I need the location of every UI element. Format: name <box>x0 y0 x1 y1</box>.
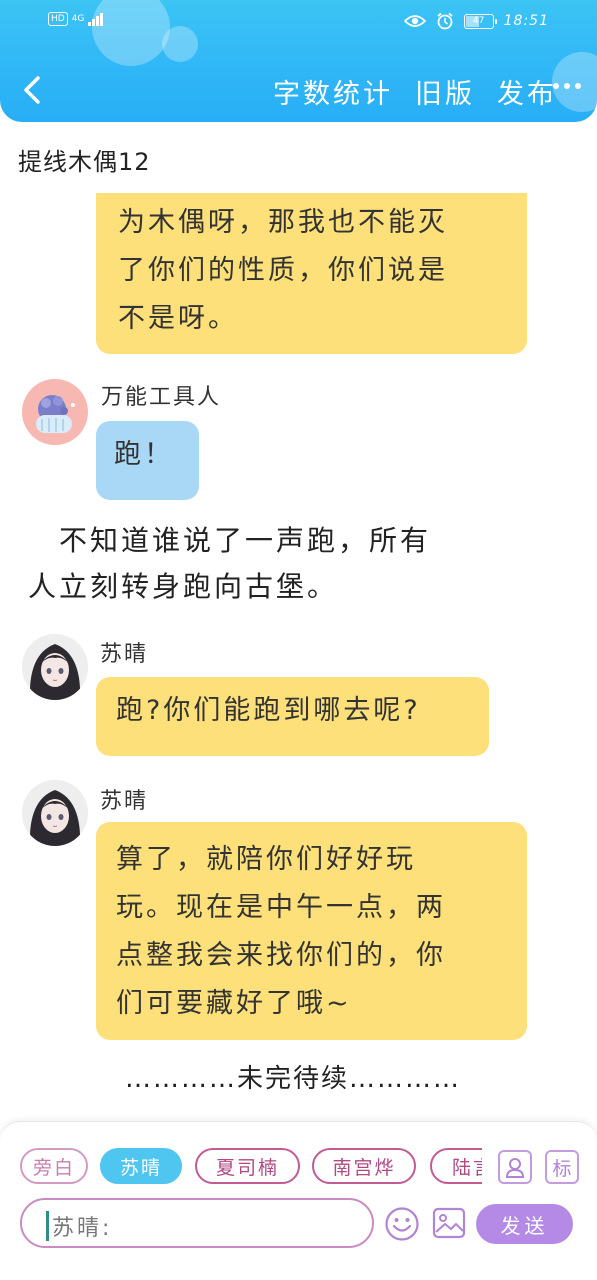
story-title: 提线木偶12 <box>18 148 151 176</box>
role-chip-suqing[interactable]: 苏晴 <box>100 1148 182 1184</box>
avatar[interactable] <box>22 634 88 700</box>
role-selector: 旁白 苏晴 夏司楠 南宫烨 陆言 <box>20 1146 482 1188</box>
word-count-button[interactable]: 字数统计 <box>273 72 393 111</box>
status-right: 47 18:51 <box>403 12 549 30</box>
message-line: 跑！ <box>114 439 174 470</box>
alarm-icon <box>437 12 453 30</box>
message-line: 算了，就陪你们好好玩 <box>116 844 416 875</box>
message-line: 跑?你们能跑到哪去呢? <box>116 695 421 726</box>
battery-level: 47 <box>472 15 485 26</box>
narration-line: 人立刻转身跑向古堡。 <box>28 570 339 603</box>
narration-line: 不知道谁说了一声跑，所有 <box>28 524 432 557</box>
message-line: 不是呀。 <box>118 303 238 334</box>
message-line: 们可要藏好了哦~ <box>116 988 352 1019</box>
publish-button[interactable]: 发布 <box>497 72 557 111</box>
girl-avatar-icon <box>22 780 88 846</box>
message-line: 点整我会来找你们的，你 <box>116 940 446 971</box>
top-app-bar: HD 4G 47 18:51 字数统计 旧版 发布 <box>0 0 597 122</box>
speaker-name: 苏晴 <box>100 642 149 667</box>
to-be-continued-note: …………未完待续………… <box>125 1064 462 1094</box>
input-prefix: 苏晴: <box>52 1216 113 1241</box>
message-line: 玩。现在是中午一点，两 <box>116 892 446 923</box>
message-line: 了你们的性质，你们说是 <box>118 255 448 286</box>
more-dots-icon[interactable] <box>549 76 585 96</box>
eye-icon <box>403 15 426 27</box>
smiley-icon[interactable] <box>384 1206 420 1242</box>
message-input[interactable]: 苏晴: <box>20 1198 374 1248</box>
role-chip-xiasinan[interactable]: 夏司楠 <box>195 1148 300 1184</box>
chevron-left-icon[interactable] <box>18 72 46 108</box>
robot-avatar-icon <box>36 395 75 433</box>
message-bubble[interactable]: 算了，就陪你们好好玩 玩。现在是中午一点，两 点整我会来找你们的，你 们可要藏好… <box>96 822 527 1040</box>
send-button[interactable]: 发送 <box>476 1204 573 1244</box>
girl-avatar-icon <box>22 634 88 700</box>
header-actions: 字数统计 旧版 发布 <box>273 72 557 111</box>
image-icon[interactable] <box>432 1206 466 1240</box>
network-type: 4G <box>71 13 85 24</box>
compose-panel: 旁白 苏晴 夏司楠 南宫烨 陆言 标 苏晴: 发送 <box>0 1121 597 1280</box>
person-icon[interactable] <box>498 1150 532 1184</box>
status-left: HD 4G <box>48 12 104 26</box>
old-version-button[interactable]: 旧版 <box>415 72 475 111</box>
message-bubble[interactable]: 为木偶呀，那我也不能灭 了你们的性质，你们说是 不是呀。 <box>96 193 527 354</box>
role-chip-narrator[interactable]: 旁白 <box>20 1148 88 1184</box>
message-bubble[interactable]: 跑?你们能跑到哪去呢? <box>96 677 489 756</box>
avatar[interactable] <box>22 780 88 846</box>
hd-badge: HD <box>48 12 68 26</box>
message-bubble[interactable]: 跑！ <box>96 421 199 500</box>
clock: 18:51 <box>503 13 549 29</box>
speaker-name: 苏晴 <box>100 789 149 814</box>
avatar[interactable] <box>22 379 88 445</box>
narration-text: 不知道谁说了一声跑，所有 人立刻转身跑向古堡。 <box>28 518 431 610</box>
message-line: 为木偶呀，那我也不能灭 <box>118 207 448 238</box>
status-bar: HD 4G 47 18:51 <box>0 0 597 44</box>
mark-button[interactable]: 标 <box>545 1150 579 1184</box>
role-chip-nangongye[interactable]: 南宫烨 <box>312 1148 416 1184</box>
text-caret <box>46 1211 49 1241</box>
speaker-name: 万能工具人 <box>101 385 222 410</box>
battery-icon: 47 <box>463 13 497 29</box>
signal-icon <box>88 12 104 26</box>
role-chip-luyan[interactable]: 陆言 <box>430 1148 482 1184</box>
